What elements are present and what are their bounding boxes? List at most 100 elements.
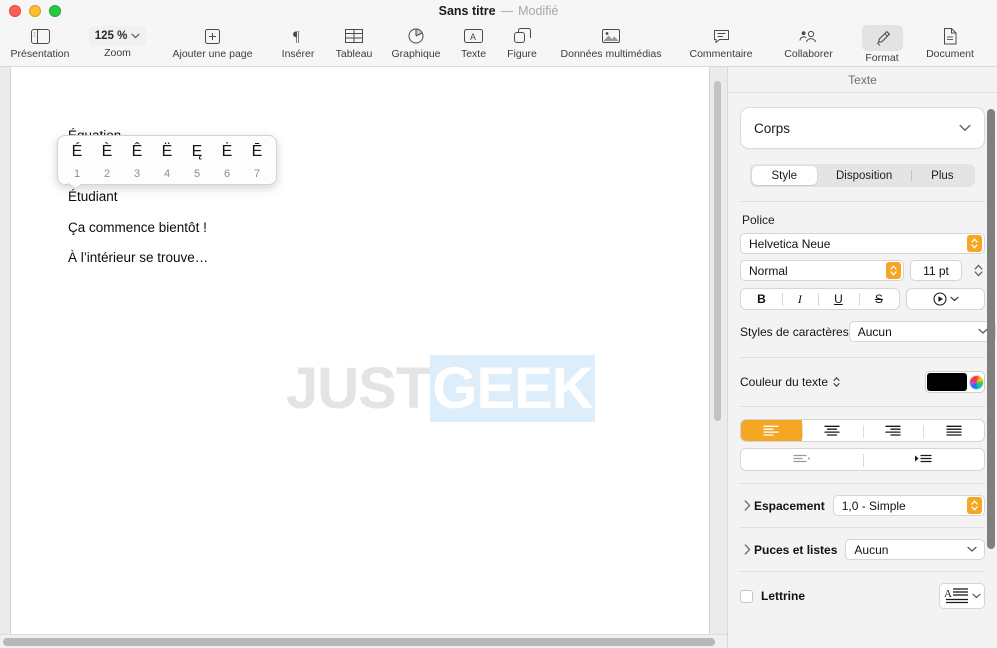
- section-divider: [740, 201, 985, 202]
- canvas-vertical-scrollbar[interactable]: [714, 75, 721, 638]
- bullets-section[interactable]: Puces et listes Aucun: [740, 528, 985, 571]
- document-canvas[interactable]: JUST GEEK Équation Êtes-vous disponible …: [0, 67, 727, 648]
- toolbar-button-comment[interactable]: Commentaire: [675, 22, 767, 60]
- accent-glyph: Ė: [221, 143, 233, 160]
- chevron-right-icon[interactable]: [740, 544, 754, 555]
- table-icon: [345, 25, 363, 47]
- window-title-group: Sans titre — Modifié: [0, 0, 997, 22]
- text-color-swatch[interactable]: [927, 373, 968, 391]
- canvas-vertical-scroll-thumb[interactable]: [714, 81, 721, 421]
- chevron-right-icon[interactable]: [740, 500, 754, 511]
- toolbar-label-table: Tableau: [335, 48, 373, 60]
- window-titlebar: Sans titre — Modifié: [0, 0, 997, 22]
- toolbar-button-collaborate[interactable]: Collaborer: [767, 22, 850, 60]
- text-color-control[interactable]: [925, 371, 985, 393]
- accent-option-7[interactable]: Ē 7: [242, 141, 272, 180]
- text-color-label-group[interactable]: Couleur du texte: [740, 375, 841, 389]
- toolbar-label-presentation: Présentation: [10, 48, 70, 60]
- toolbar-button-document[interactable]: Document: [914, 22, 986, 60]
- accent-glyph: Ę: [191, 143, 203, 160]
- accent-number: 1: [73, 168, 81, 180]
- toolbar-button-zoom[interactable]: 125 % Zoom: [80, 22, 155, 59]
- zoom-button[interactable]: [49, 5, 61, 17]
- traffic-lights: [9, 5, 61, 17]
- font-family-stepper-icon[interactable]: [967, 235, 982, 252]
- accent-option-1[interactable]: É 1: [62, 141, 92, 180]
- font-options-button[interactable]: [906, 288, 985, 310]
- chart-pie-icon: [408, 25, 424, 47]
- format-inspector-panel: Texte Corps Style Disposition Plus Polic…: [727, 67, 997, 648]
- drop-cap-toggle-group[interactable]: Lettrine: [740, 589, 813, 603]
- inspector-scroll-thumb[interactable]: [987, 109, 995, 549]
- toolbar-button-insert[interactable]: ¶ Insérer: [270, 22, 326, 60]
- accent-character-popup[interactable]: É 1 È 2 Ê 3 Ë 4 Ę 5 Ė 6 Ē 7: [57, 135, 277, 185]
- toolbar-button-text[interactable]: A Texte: [450, 22, 497, 60]
- toolbar-button-media[interactable]: Données multimédias: [547, 22, 675, 60]
- drop-cap-checkbox[interactable]: [740, 589, 753, 603]
- font-weight-select[interactable]: Normal: [740, 260, 904, 281]
- close-button[interactable]: [9, 5, 21, 17]
- accent-option-2[interactable]: È 2: [92, 141, 122, 180]
- increase-indent-button[interactable]: [862, 449, 985, 470]
- underline-button[interactable]: U: [817, 289, 859, 309]
- toolbar-button-format[interactable]: Format: [850, 22, 914, 64]
- align-right-button[interactable]: [862, 420, 924, 441]
- pilcrow-icon: ¶: [291, 25, 305, 47]
- bold-button[interactable]: B: [741, 289, 782, 309]
- tab-style[interactable]: Style: [752, 166, 817, 185]
- bullets-label: Puces et listes: [754, 542, 838, 557]
- spacing-section[interactable]: Espacement 1,0 - Simple: [740, 484, 985, 527]
- bullets-select[interactable]: Aucun: [845, 539, 985, 560]
- align-justify-button[interactable]: [923, 420, 984, 441]
- font-family-select[interactable]: Helvetica Neue: [740, 233, 985, 254]
- media-image-icon: [602, 25, 620, 47]
- paragraph-style-select[interactable]: Corps: [740, 107, 985, 149]
- align-left-button[interactable]: [741, 420, 802, 441]
- justgeek-watermark: JUST GEEK: [286, 355, 595, 422]
- toolbar-label-collaborate: Collaborer: [784, 48, 833, 60]
- title-separator: —: [500, 4, 514, 18]
- accent-option-3[interactable]: Ê 3: [122, 141, 152, 180]
- comment-bubble-icon: [713, 25, 730, 47]
- align-center-button[interactable]: [801, 420, 863, 441]
- strikethrough-button[interactable]: S: [858, 289, 899, 309]
- toolbar-button-presentation[interactable]: Présentation: [0, 22, 80, 60]
- tab-layout[interactable]: Disposition: [817, 166, 912, 185]
- color-wheel-icon[interactable]: [969, 374, 984, 390]
- canvas-horizontal-scrollbar[interactable]: [0, 634, 727, 648]
- accent-option-4[interactable]: Ë 4: [152, 141, 182, 180]
- font-size-stepper[interactable]: [972, 261, 985, 280]
- character-styles-select[interactable]: Aucun: [848, 321, 996, 342]
- text-color-row: Couleur du texte: [740, 371, 985, 393]
- toolbar-button-table[interactable]: Tableau: [326, 22, 382, 60]
- toolbar-button-shape[interactable]: Figure: [497, 22, 547, 60]
- toolbar-button-add-page[interactable]: Ajouter une page: [155, 22, 270, 60]
- font-section: Police Helvetica Neue Normal 11 pt B I U…: [740, 213, 996, 342]
- font-size-input[interactable]: 11 pt: [910, 260, 962, 281]
- accent-number: 6: [223, 168, 231, 180]
- zoom-dropdown[interactable]: 125 %: [88, 26, 147, 46]
- document-line: À l’intérieur se trouve…: [68, 250, 209, 265]
- accent-number: 7: [253, 168, 261, 180]
- spacing-select[interactable]: 1,0 - Simple: [832, 495, 985, 516]
- toolbar-label-chart: Graphique: [391, 48, 441, 60]
- gear-dropdown-icon: [932, 292, 959, 306]
- chevron-down-icon: [971, 593, 981, 599]
- toolbar-label-shape: Figure: [507, 48, 537, 60]
- spacing-stepper-icon[interactable]: [967, 497, 982, 514]
- spacing-value: 1,0 - Simple: [841, 498, 906, 513]
- canvas-horizontal-scroll-thumb[interactable]: [3, 638, 715, 646]
- tab-more[interactable]: Plus: [912, 166, 973, 185]
- accent-option-5[interactable]: Ę 5: [182, 141, 212, 180]
- font-weight-stepper-icon[interactable]: [886, 262, 901, 279]
- accent-option-6[interactable]: Ė 6: [212, 141, 242, 180]
- section-divider: [740, 406, 985, 407]
- italic-button[interactable]: I: [781, 289, 818, 309]
- accent-glyph: Ë: [161, 143, 173, 160]
- add-page-icon: [205, 25, 220, 47]
- drop-cap-style-select[interactable]: A: [939, 583, 985, 609]
- toolbar-label-document: Document: [926, 48, 974, 60]
- decrease-indent-button[interactable]: [741, 449, 863, 470]
- minimize-button[interactable]: [29, 5, 41, 17]
- toolbar-button-chart[interactable]: Graphique: [382, 22, 450, 60]
